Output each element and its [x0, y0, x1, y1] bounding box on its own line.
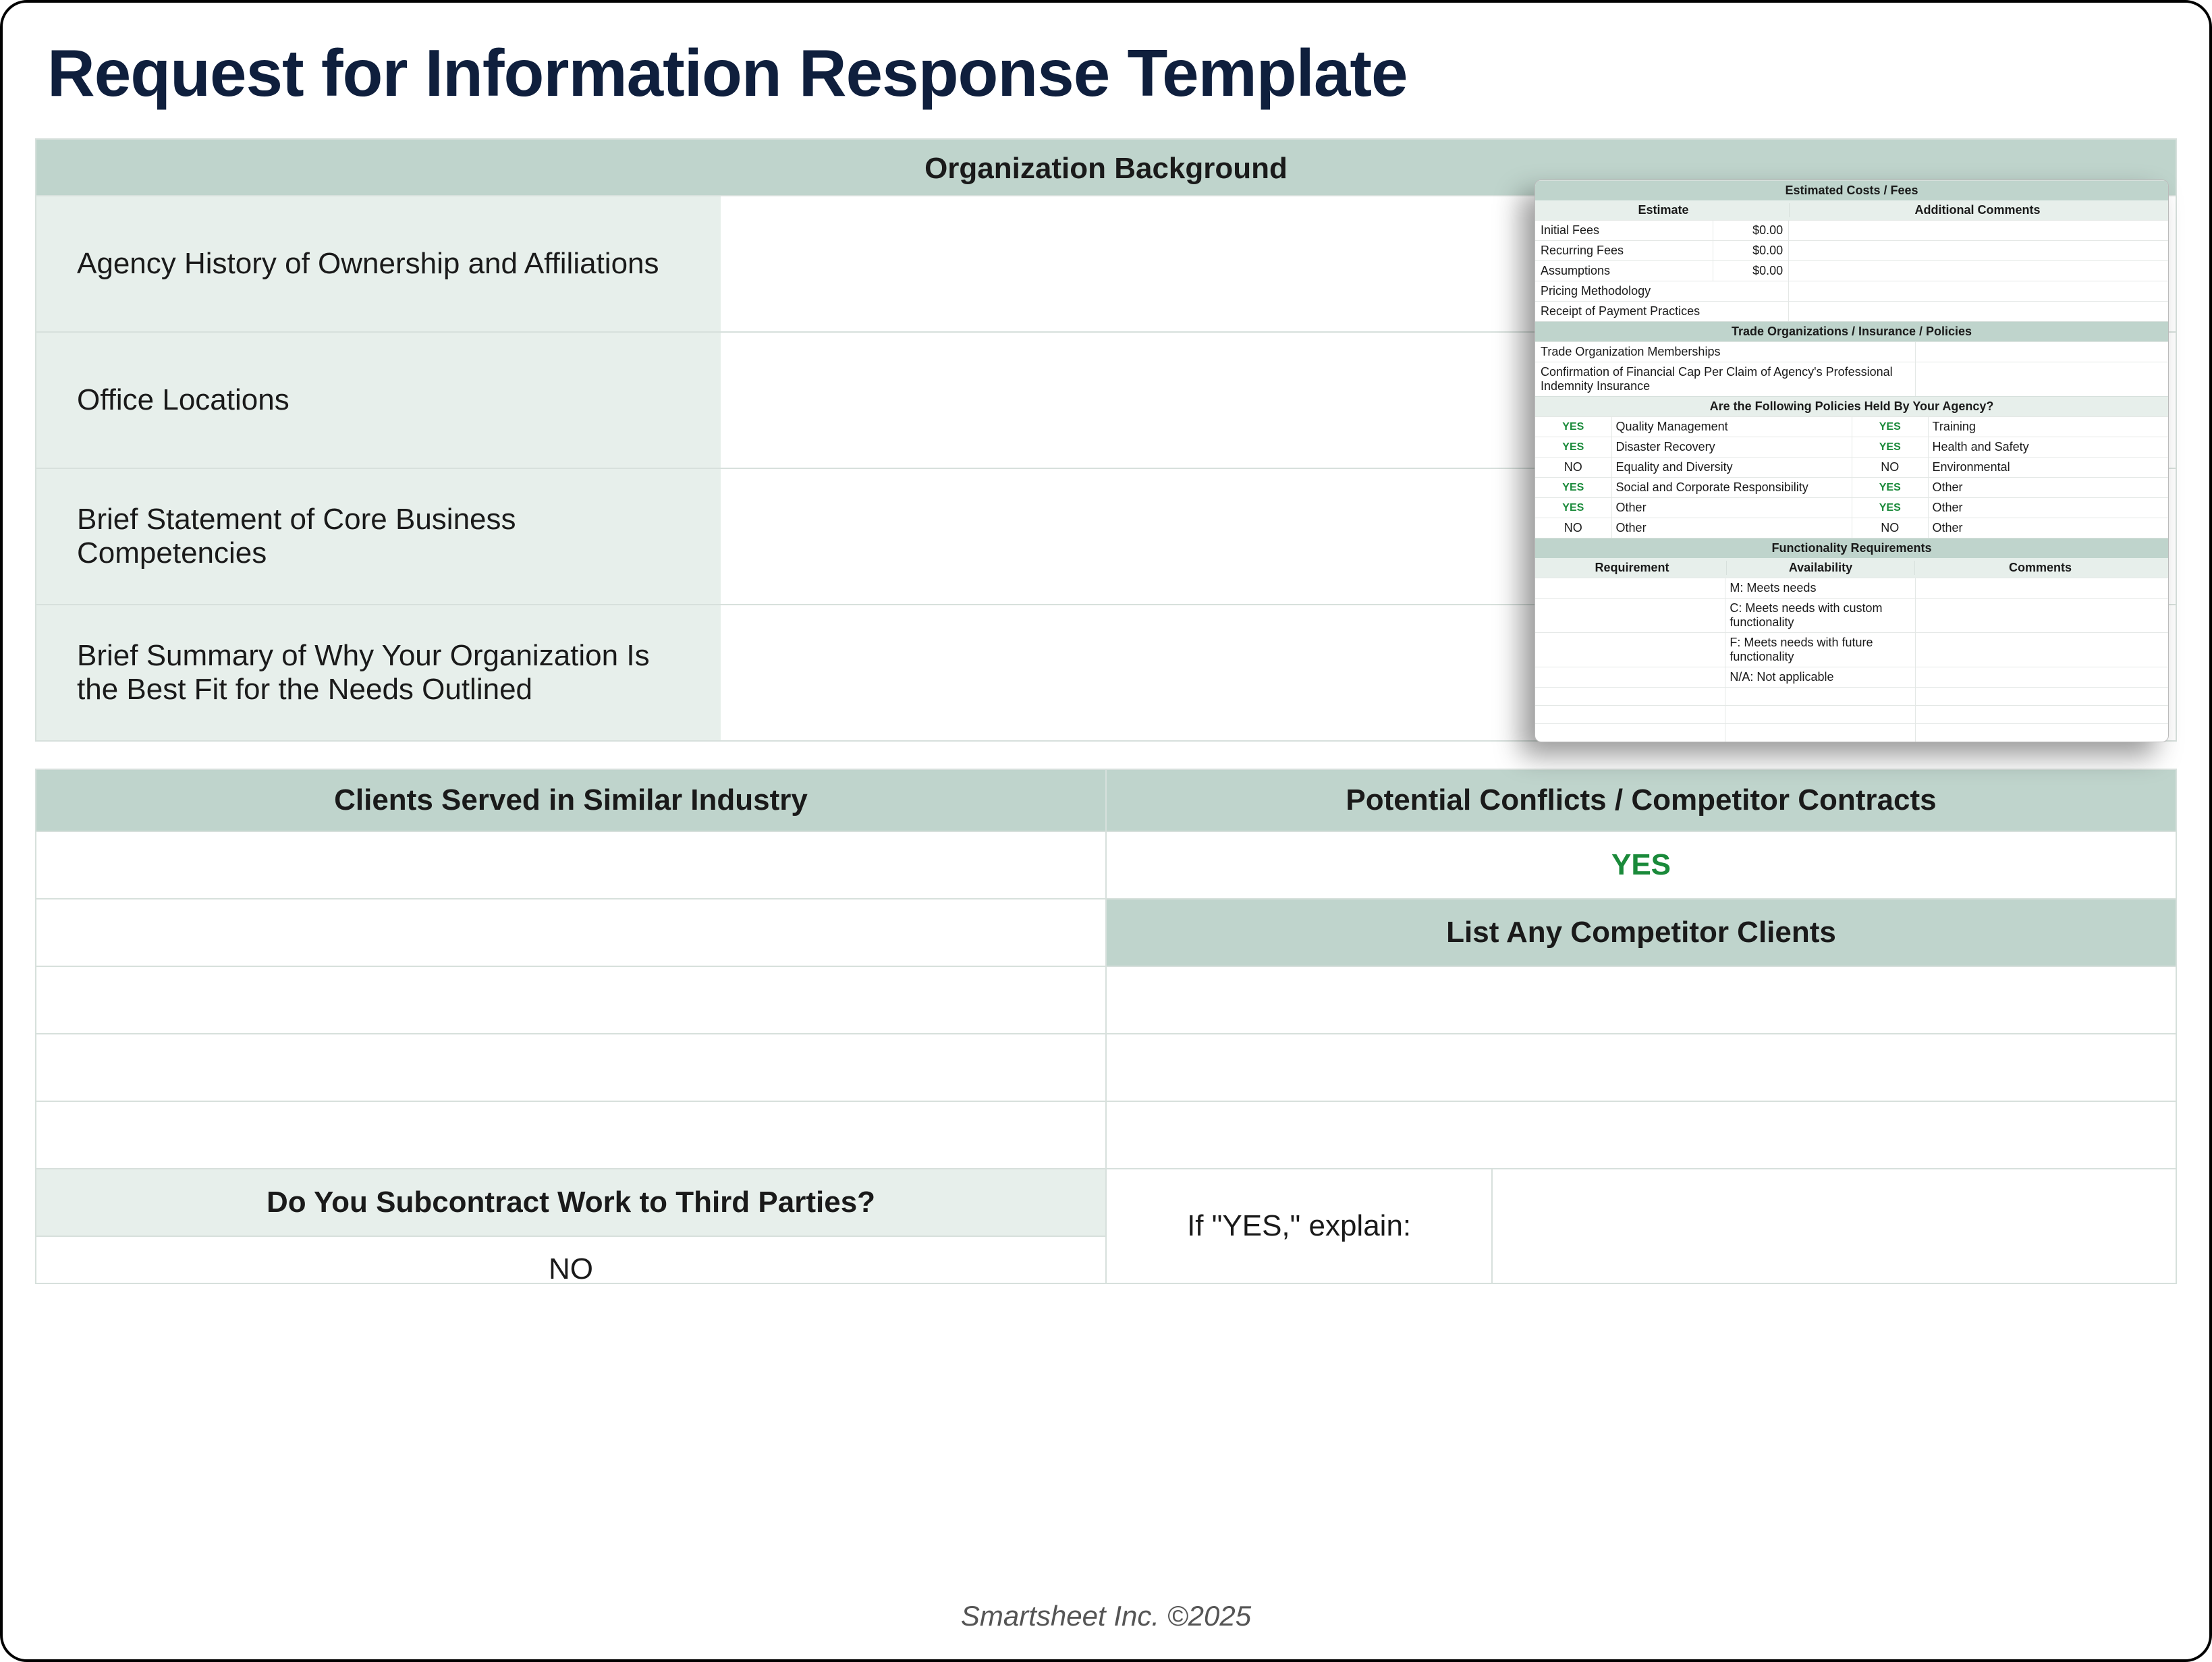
- table-row: Trade Organization Memberships: [1535, 341, 2168, 362]
- table-row: Pricing Methodology: [1535, 281, 2168, 301]
- table-row: [36, 1033, 2176, 1101]
- client-cell[interactable]: [36, 967, 1105, 1033]
- preview-card: Estimated Costs / Fees Estimate Addition…: [1534, 179, 2169, 742]
- clients-conflicts-table: Clients Served in Similar Industry Poten…: [35, 769, 2177, 1284]
- table-row: F: Meets needs with future functionality: [1535, 632, 2168, 667]
- competitor-cell[interactable]: [1105, 1102, 2176, 1168]
- table-row: Do You Subcontract Work to Third Parties…: [36, 1168, 2176, 1283]
- table-row: [1535, 687, 2168, 705]
- table-row: M: Meets needs: [1535, 578, 2168, 598]
- client-cell[interactable]: [36, 832, 1105, 898]
- subcontract-answer[interactable]: NO: [36, 1236, 1105, 1302]
- row-label: Brief Summary of Why Your Organization I…: [36, 605, 721, 740]
- row-label: Office Locations: [36, 333, 721, 468]
- table-row: Recurring Fees$0.00: [1535, 240, 2168, 260]
- functionality-subheader: Requirement Availability Comments: [1535, 558, 2168, 578]
- document-page: Request for Information Response Templat…: [0, 0, 2212, 1662]
- table-row: [36, 1101, 2176, 1168]
- table-row: Assumptions$0.00: [1535, 260, 2168, 281]
- table-row: [1535, 723, 2168, 742]
- client-cell[interactable]: [36, 1102, 1105, 1168]
- table-row: YESQuality ManagementYESTraining: [1535, 416, 2168, 437]
- table-row: C: Meets needs with custom functionality: [1535, 598, 2168, 632]
- page-title: Request for Information Response Templat…: [47, 35, 2182, 111]
- table-row: NOEquality and DiversityNOEnvironmental: [1535, 457, 2168, 477]
- conflicts-header: Potential Conflicts / Competitor Contrac…: [1105, 770, 2176, 831]
- table-row: List Any Competitor Clients: [36, 898, 2176, 966]
- competitor-cell[interactable]: [1105, 1034, 2176, 1101]
- table-row: YES: [36, 831, 2176, 898]
- subcontract-question: Do You Subcontract Work to Third Parties…: [36, 1169, 1105, 1236]
- table-row: [36, 966, 2176, 1033]
- competitor-cell[interactable]: [1105, 967, 2176, 1033]
- table-row: Initial Fees$0.00: [1535, 220, 2168, 240]
- client-cell[interactable]: [36, 1034, 1105, 1101]
- table-row: NOOtherNOOther: [1535, 518, 2168, 538]
- table-row: Clients Served in Similar Industry Poten…: [36, 770, 2176, 831]
- conflict-value[interactable]: YES: [1105, 832, 2176, 898]
- table-row: Confirmation of Financial Cap Per Claim …: [1535, 362, 2168, 396]
- table-row: [1535, 705, 2168, 723]
- estimate-label: Estimate: [1538, 203, 1789, 217]
- client-cell[interactable]: [36, 899, 1105, 966]
- table-row: Receipt of Payment Practices: [1535, 301, 2168, 321]
- additional-label: Additional Comments: [1789, 203, 2165, 217]
- functionality-header: Functionality Requirements: [1535, 538, 2168, 558]
- list-competitors-header: List Any Competitor Clients: [1105, 899, 2176, 966]
- table-row: YESOtherYESOther: [1535, 497, 2168, 518]
- table-row: N/A: Not applicable: [1535, 667, 2168, 687]
- costs-subheader: Estimate Additional Comments: [1535, 200, 2168, 220]
- costs-header: Estimated Costs / Fees: [1535, 180, 2168, 200]
- clients-header: Clients Served in Similar Industry: [36, 770, 1105, 831]
- policies-question: Are the Following Policies Held By Your …: [1535, 396, 2168, 416]
- row-label: Agency History of Ownership and Affiliat…: [36, 196, 721, 331]
- if-yes-label: If "YES," explain:: [1107, 1169, 1491, 1283]
- table-row: YESDisaster RecoveryYESHealth and Safety: [1535, 437, 2168, 457]
- trade-header: Trade Organizations / Insurance / Polici…: [1535, 321, 2168, 341]
- footer-attribution: Smartsheet Inc. ©2025: [3, 1600, 2209, 1632]
- if-yes-value[interactable]: [1491, 1169, 2176, 1283]
- row-label: Brief Statement of Core Business Compete…: [36, 469, 721, 604]
- table-row: YESSocial and Corporate ResponsibilityYE…: [1535, 477, 2168, 497]
